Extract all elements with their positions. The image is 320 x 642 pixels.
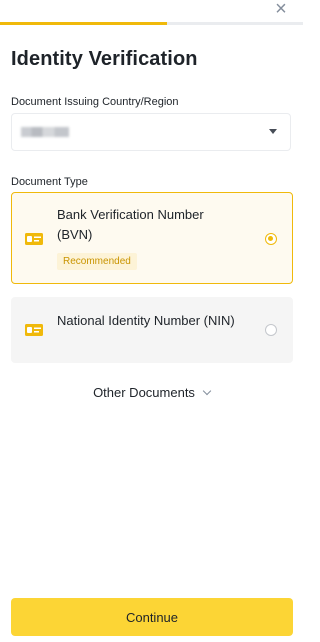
- progress-bar: [0, 22, 303, 25]
- recommended-badge: Recommended: [57, 253, 137, 270]
- other-documents-label: Other Documents: [93, 385, 195, 400]
- chevron-down-icon: [202, 386, 212, 396]
- id-card-icon: [25, 324, 43, 336]
- continue-button[interactable]: Continue: [11, 598, 293, 636]
- other-documents-toggle[interactable]: Other Documents: [0, 385, 303, 400]
- page-title: Identity Verification: [11, 48, 198, 70]
- close-icon: ×: [275, 0, 287, 20]
- country-value-redacted: [21, 127, 69, 137]
- country-select[interactable]: [11, 113, 291, 151]
- document-option-nin[interactable]: National Identity Number (NIN): [11, 297, 293, 363]
- progress-bar-fill: [0, 22, 167, 25]
- close-button[interactable]: ×: [271, 0, 291, 20]
- radio-button[interactable]: [265, 324, 277, 336]
- caret-down-icon: [269, 129, 277, 134]
- document-option-title: Bank Verification Number (BVN): [57, 207, 204, 242]
- document-option-title: National Identity Number (NIN): [57, 313, 235, 328]
- id-card-icon: [25, 233, 43, 245]
- country-label: Document Issuing Country/Region: [11, 96, 179, 108]
- document-type-label: Document Type: [11, 176, 88, 188]
- document-option-bvn[interactable]: Bank Verification Number (BVN) Recommend…: [11, 192, 293, 284]
- radio-button-selected[interactable]: [265, 233, 277, 245]
